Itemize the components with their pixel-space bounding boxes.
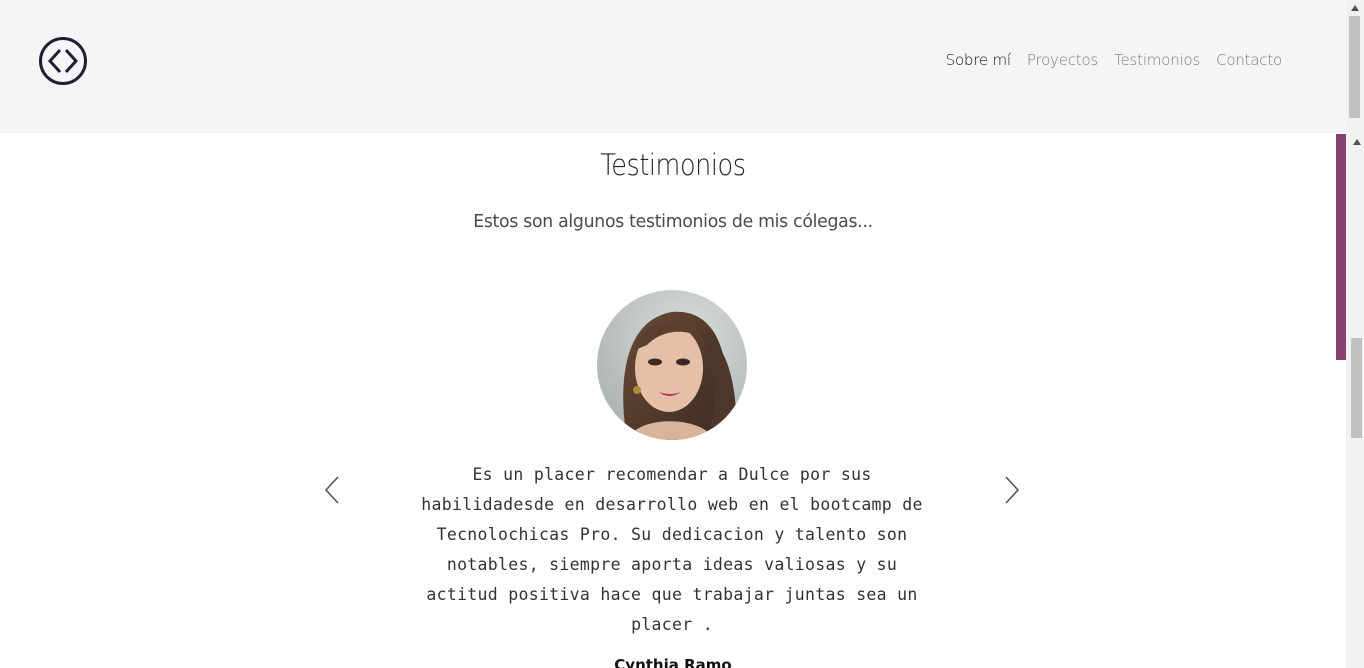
quote-line: Tecnolochicas Pro. Su dedicacion y talen… [436, 525, 908, 544]
section-subtitle: Estos son algunos testimonios de mis cól… [473, 211, 873, 232]
code-brackets-circle-icon [39, 37, 87, 85]
quote-line: placer . [631, 615, 713, 634]
quote-line: notables, siempre aporta ideas valiosas … [446, 555, 898, 574]
scroll-up-icon [1352, 139, 1361, 145]
section-scroll-thumb[interactable] [1351, 338, 1362, 438]
nav-link-testimonios[interactable]: Testimonios [1106, 51, 1208, 69]
nav-link-proyectos[interactable]: Proyectos [1019, 51, 1106, 69]
testimonial-author: Cynthia Ramo [614, 656, 732, 668]
quote-line: Es un placer recomendar a Dulce por sus [472, 465, 872, 484]
navbar: Sobre mí Proyectos Testimonios Contacto [0, 0, 1346, 133]
chevron-left-icon [324, 476, 339, 504]
quote-line: actitud positiva hace que trabajar junta… [426, 585, 918, 604]
scroll-up-icon [1351, 5, 1359, 11]
nav-links: Sobre mí Proyectos Testimonios Contacto [938, 51, 1290, 69]
testimonial-avatar [597, 290, 747, 440]
carousel-next-button[interactable] [992, 470, 1032, 510]
nav-link-sobre-mi[interactable]: Sobre mí [938, 51, 1019, 69]
chevron-right-icon [1005, 476, 1020, 504]
section-title: Testimonios [600, 148, 746, 182]
page-scroll-thumb[interactable] [1349, 16, 1360, 118]
testimonial-quote: Es un placer recomendar a Dulce por sus … [396, 460, 948, 640]
logo-home-link[interactable] [38, 36, 88, 86]
scroll-up-arrow[interactable] [1346, 0, 1364, 16]
quote-line: habilidadesde en desarrollo web en el bo… [421, 495, 923, 514]
section-scroll-up-arrow[interactable] [1349, 134, 1364, 150]
carousel-prev-button[interactable] [312, 470, 352, 510]
nav-link-contacto[interactable]: Contacto [1208, 51, 1290, 69]
